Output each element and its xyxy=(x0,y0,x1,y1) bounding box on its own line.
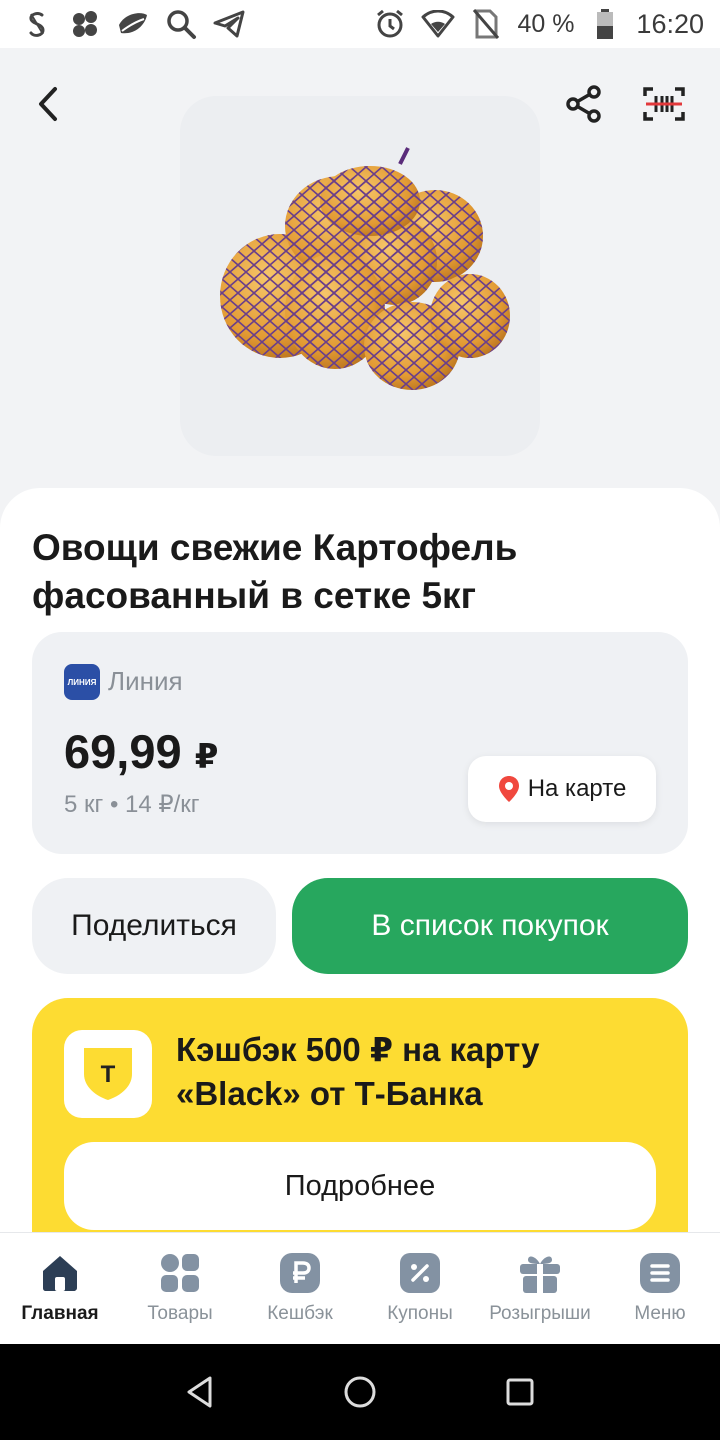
grid-icon xyxy=(158,1251,202,1295)
tbank-shield-icon: T xyxy=(84,1048,132,1100)
percent-icon xyxy=(398,1251,442,1295)
share-icon xyxy=(566,85,601,123)
nav-item-products[interactable]: Товары xyxy=(120,1233,240,1344)
barcode-scan-icon xyxy=(643,87,685,121)
nav-item-giveaways[interactable]: Розыгрыши xyxy=(480,1233,600,1344)
map-pin-icon xyxy=(498,776,519,802)
on-map-label: На карте xyxy=(527,775,627,802)
system-home-button[interactable] xyxy=(336,1368,384,1416)
nav-item-cashback[interactable]: Кешбэк xyxy=(240,1233,360,1344)
search-icon xyxy=(164,7,198,41)
price-block: ЛИНИЯ Линия 69,99 ₽ 5 кг • 14 ₽/кг На ка… xyxy=(32,632,688,854)
nav-label-menu: Меню xyxy=(634,1303,686,1324)
nav-label-products: Товары xyxy=(147,1303,213,1324)
leaf-icon xyxy=(116,7,150,41)
system-recents-button[interactable] xyxy=(496,1368,544,1416)
add-to-shopping-list-button[interactable]: В список покупок xyxy=(292,878,688,974)
home-icon xyxy=(38,1251,82,1295)
svg-text:T: T xyxy=(101,1061,116,1088)
ruble-icon xyxy=(278,1251,322,1295)
product-card: Овощи свежие Картофель фасованный в сетк… xyxy=(0,488,720,1258)
potatoes-image xyxy=(220,147,510,390)
circle-home-icon xyxy=(344,1376,376,1408)
store-name: Линия xyxy=(108,666,183,696)
scan-button[interactable] xyxy=(638,78,690,130)
nav-item-menu[interactable]: Меню xyxy=(600,1233,720,1344)
nav-label-cashback: Кешбэк xyxy=(267,1303,333,1324)
product-image xyxy=(180,96,540,456)
tbank-logo: T xyxy=(64,1030,152,1118)
nav-label-home: Главная xyxy=(21,1303,99,1324)
share-icon-button[interactable] xyxy=(558,78,610,130)
gift-icon xyxy=(518,1251,562,1295)
nav-item-coupons[interactable]: Купоны xyxy=(360,1233,480,1344)
triangle-back-icon xyxy=(187,1376,212,1408)
nav-item-home[interactable]: Главная xyxy=(0,1233,120,1344)
clock: 16:20 xyxy=(636,8,704,39)
store-logo: ЛИНИЯ xyxy=(64,664,100,700)
back-button[interactable] xyxy=(22,78,74,130)
system-navigation-bar xyxy=(0,1344,720,1440)
product-title: Овощи свежие Картофель фасованный в сетк… xyxy=(32,527,518,616)
nav-label-coupons: Купоны xyxy=(387,1303,453,1324)
price-currency: ₽ xyxy=(194,738,219,776)
product-header xyxy=(0,48,720,518)
app-notification-icon xyxy=(20,7,54,41)
alarm-icon xyxy=(373,7,407,41)
nav-label-giveaways: Розыгрыши xyxy=(489,1303,591,1324)
unit-price: 5 кг • 14 ₽/кг xyxy=(64,791,200,818)
telegram-icon xyxy=(212,7,246,41)
system-back-button[interactable] xyxy=(176,1368,224,1416)
no-sim-icon xyxy=(469,7,503,41)
promo-text: Кэшбэк 500 ₽ на карту «Black» от Т-Банка xyxy=(176,1031,540,1112)
chevron-left-icon xyxy=(39,87,57,121)
square-recents-icon xyxy=(506,1378,534,1406)
wifi-icon xyxy=(421,7,455,41)
battery-percent: 40 % xyxy=(517,9,575,38)
on-map-button[interactable]: На карте xyxy=(468,756,656,822)
price-value: 69,99 xyxy=(64,725,182,778)
battery-icon xyxy=(588,7,622,41)
promo-details-button[interactable]: Подробнее xyxy=(64,1142,656,1230)
cashback-promo-banner[interactable]: T Кэшбэк 500 ₽ на карту «Black» от Т-Бан… xyxy=(32,998,688,1258)
clover-icon xyxy=(68,7,102,41)
share-button[interactable]: Поделиться xyxy=(32,878,276,974)
bottom-navigation: Главная Товары Кешбэк Купоны Розыгрыши М… xyxy=(0,1232,720,1344)
price: 69,99 ₽ xyxy=(64,724,218,779)
status-bar: 40 % 16:20 xyxy=(0,0,720,48)
menu-icon xyxy=(638,1251,682,1295)
